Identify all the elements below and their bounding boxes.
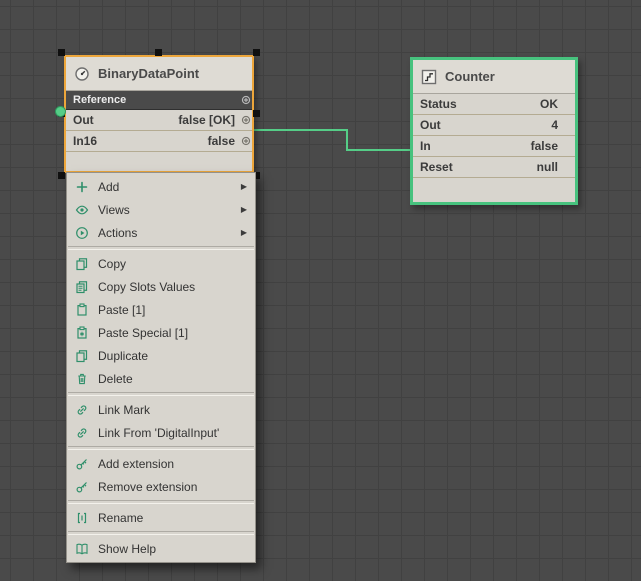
menu-separator [68,392,254,396]
actions-icon [75,226,89,240]
node-footer [413,178,575,202]
menu-item-copy-slots-values[interactable]: Copy Slots Values [67,275,255,298]
slot-out[interactable]: Out 4 [413,115,575,136]
slot-out[interactable]: Out false [OK] [66,110,252,131]
menu-item-show-help[interactable]: Show Help [67,537,255,560]
remove-extension-icon [75,480,89,494]
link-knob-icon[interactable] [241,95,251,105]
node-title: BinaryDataPoint [98,66,200,81]
selection-handle[interactable] [58,49,65,56]
slot-label: Out [73,113,94,127]
menu-separator [68,531,254,535]
wiresheet-canvas[interactable]: { "colors": { "selection_orange": "#EDA6… [0,0,641,581]
slot-reset[interactable]: Reset null [413,157,575,178]
link-mark-icon [75,403,89,417]
paste-icon [75,303,89,317]
slot-label: Reset [420,160,453,174]
menu-separator [68,500,254,504]
node-counter[interactable]: Counter Status OK Out 4 In false Reset n… [410,57,578,205]
node-title: Counter [445,69,495,84]
link-point[interactable] [55,106,66,117]
menu-item-add[interactable]: Add ▶ [67,175,255,198]
selection-handle[interactable] [58,172,65,179]
slot-value: null [536,160,558,174]
slot-label: In16 [73,134,98,148]
slot-value: false [OK] [178,113,235,127]
rename-icon [75,511,89,525]
slot-value: OK [540,97,558,111]
menu-item-add-extension[interactable]: Add extension [67,452,255,475]
slot-value: false [530,139,558,153]
counter-icon [421,69,437,85]
copy-slots-icon [75,280,89,294]
menu-separator [68,446,254,450]
submenu-arrow-icon: ▶ [240,228,247,237]
wire[interactable] [252,129,410,151]
slot-label: In [420,139,431,153]
menu-item-rename[interactable]: Rename [67,506,255,529]
paste-special-icon [75,326,89,340]
slot-label: Reference [73,94,127,106]
menu-item-delete[interactable]: Delete [67,367,255,390]
link-from-icon [75,426,89,440]
slot-reference[interactable]: Reference [66,91,252,110]
slot-label: Status [420,97,457,111]
delete-icon [75,372,89,386]
show-help-icon [75,542,89,556]
menu-item-link-mark[interactable]: Link Mark [67,398,255,421]
selection-handle[interactable] [253,49,260,56]
menu-item-duplicate[interactable]: Duplicate [67,344,255,367]
node-counter-titlebar[interactable]: Counter [413,60,575,94]
slot-value: 4 [551,118,558,132]
add-icon [75,180,89,194]
selection-handle[interactable] [253,110,260,117]
views-icon [75,203,89,217]
node-binarydatapoint-titlebar[interactable]: BinaryDataPoint [66,57,252,91]
menu-item-views[interactable]: Views ▶ [67,198,255,221]
slot-in16[interactable]: In16 false [66,131,252,152]
link-knob-icon[interactable] [241,115,251,125]
slot-in[interactable]: In false [413,136,575,157]
submenu-arrow-icon: ▶ [240,205,247,214]
add-extension-icon [75,457,89,471]
binarydatapoint-icon [74,66,90,82]
slot-value: false [207,134,235,148]
menu-item-paste-special[interactable]: Paste Special [1] [67,321,255,344]
duplicate-icon [75,349,89,363]
menu-item-paste[interactable]: Paste [1] [67,298,255,321]
link-knob-icon[interactable] [241,136,251,146]
menu-item-copy[interactable]: Copy [67,252,255,275]
context-menu: Add ▶ Views ▶ Actions ▶ Copy Copy Slots … [66,172,256,563]
selection-handle[interactable] [155,49,162,56]
menu-item-actions[interactable]: Actions ▶ [67,221,255,244]
menu-separator [68,246,254,250]
slot-status[interactable]: Status OK [413,94,575,115]
node-footer [66,152,252,171]
copy-icon [75,257,89,271]
menu-item-link-from[interactable]: Link From 'DigitalInput' [67,421,255,444]
menu-item-remove-extension[interactable]: Remove extension [67,475,255,498]
node-binarydatapoint[interactable]: BinaryDataPoint Reference Out false [OK]… [55,49,260,179]
slot-label: Out [420,118,441,132]
submenu-arrow-icon: ▶ [240,182,247,191]
